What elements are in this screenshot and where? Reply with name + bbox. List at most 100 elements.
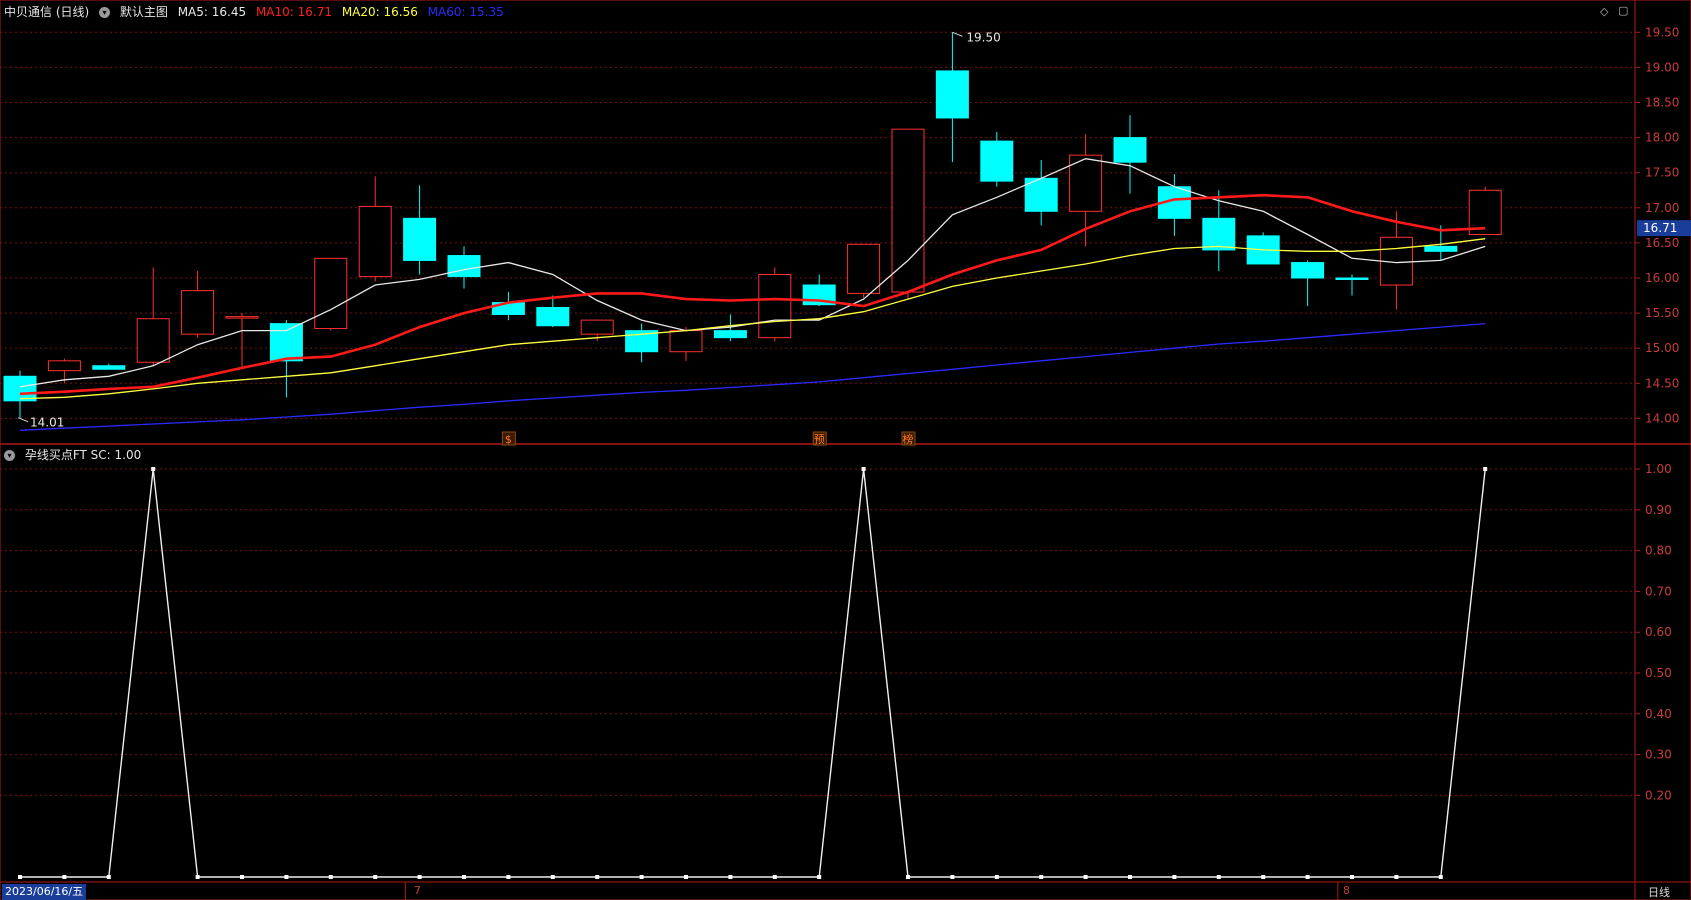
diamond-icon[interactable]: ◇ [1600, 5, 1608, 18]
ma20-legend: MA20: 16.56 [341, 5, 418, 19]
candle-body[interactable] [1202, 217, 1236, 251]
indicator-point[interactable] [462, 875, 466, 879]
indicator-point[interactable] [950, 875, 955, 879]
y-tick-label: 16.50 [1645, 236, 1679, 250]
candle-body[interactable] [580, 319, 614, 335]
stock-title: 中贝通信 (日线) [4, 5, 90, 19]
indicator-point[interactable] [1394, 875, 1399, 879]
indicator-point[interactable] [1083, 875, 1088, 879]
indicator-point[interactable] [728, 875, 733, 879]
y-tick-label: 15.50 [1645, 306, 1679, 320]
candle-body[interactable] [1335, 277, 1369, 280]
indicator-point[interactable] [1350, 875, 1354, 879]
y-tick-label: 16.00 [1645, 271, 1679, 285]
candle-body[interactable] [1113, 137, 1147, 163]
candle-body[interactable] [1424, 245, 1458, 252]
indicator-header: ▾ 孕线买点FT SC: 1.00 [4, 444, 147, 466]
indicator-point[interactable] [684, 875, 688, 879]
indicator-point[interactable] [284, 875, 289, 879]
indicator-point[interactable] [1039, 875, 1044, 879]
indicator-point[interactable] [639, 875, 644, 879]
candle-body[interactable] [269, 323, 303, 362]
y-tick-label: 14.00 [1645, 411, 1679, 425]
y-tick-label: 19.00 [1645, 60, 1679, 74]
candle-body[interactable] [447, 255, 481, 278]
ma5-legend: MA5: 16.45 [177, 5, 247, 19]
y-tick-label: 19.50 [1645, 25, 1679, 39]
candle-body[interactable] [403, 217, 437, 261]
indicator-point[interactable] [861, 467, 866, 471]
y-tick-label: 0.70 [1645, 584, 1672, 598]
month-label-8: 8 [1343, 884, 1350, 897]
indicator-point[interactable] [151, 467, 156, 471]
y-tick-label: 15.00 [1645, 341, 1679, 355]
ma60-legend: MA60: 15.35 [427, 5, 504, 19]
indicator-point[interactable] [373, 875, 378, 879]
y-tick-label: 0.80 [1645, 544, 1672, 558]
indicator-point[interactable] [18, 875, 22, 879]
candle-body[interactable] [847, 243, 881, 294]
candle-body[interactable] [980, 140, 1014, 182]
indicator-point[interactable] [417, 875, 422, 879]
main-chart-label[interactable]: 默认主图 [120, 5, 168, 19]
candle-body[interactable] [358, 205, 392, 278]
indicator-label: 孕线买点FT SC: 1.00 [24, 448, 142, 462]
candle-body[interactable] [935, 70, 969, 119]
y-tick-label: 0.60 [1645, 625, 1672, 639]
indicator-point[interactable] [1483, 467, 1488, 471]
candle-body[interactable] [536, 306, 570, 327]
candle-body[interactable] [891, 128, 925, 293]
low-annotation: 14.01 [30, 416, 64, 430]
expand-icon[interactable]: ▢ [1618, 4, 1628, 17]
candle-body[interactable] [47, 360, 81, 372]
candle-body[interactable] [314, 257, 348, 330]
event-marker-label: $ [505, 433, 512, 446]
indicator-point[interactable] [994, 875, 999, 879]
date-axis-label: 2023/06/16/五 [2, 884, 87, 900]
ma-line-ma5 [19, 158, 1486, 388]
indicator-point[interactable] [1128, 875, 1132, 879]
dropdown-icon[interactable]: ▾ [4, 450, 15, 461]
indicator-point[interactable] [1305, 875, 1310, 879]
period-button[interactable]: 日线 [1648, 884, 1670, 900]
indicator-point[interactable] [106, 875, 111, 879]
indicator-point[interactable] [595, 875, 600, 879]
indicator-point[interactable] [506, 875, 511, 879]
ma-line-ma10 [19, 193, 1486, 396]
high-pointer [952, 31, 963, 37]
indicator-point[interactable] [1261, 875, 1266, 879]
candle-body[interactable] [758, 273, 792, 339]
indicator-point[interactable] [550, 875, 555, 879]
dropdown-icon[interactable]: ▾ [99, 7, 111, 18]
indicator-point[interactable] [1216, 875, 1221, 879]
candle-body[interactable] [92, 365, 126, 370]
last-price-label: 16.71 [1643, 221, 1677, 235]
candle-body[interactable] [181, 290, 215, 335]
chart-frame [0, 0, 1691, 900]
indicator-point[interactable] [906, 875, 910, 879]
indicator-point[interactable] [1172, 875, 1177, 879]
indicator-point[interactable] [328, 875, 333, 879]
y-tick-label: 0.50 [1645, 666, 1672, 680]
y-tick-label: 18.00 [1645, 131, 1679, 145]
candle-body[interactable] [136, 318, 170, 363]
indicator-point[interactable] [240, 875, 244, 879]
event-marker-label: 预 [814, 433, 825, 446]
y-tick-label: 18.50 [1645, 96, 1679, 110]
candle-body[interactable] [225, 316, 259, 319]
month-label-7: 7 [414, 884, 421, 897]
indicator-point[interactable] [817, 875, 822, 879]
candle-body[interactable] [3, 375, 37, 402]
y-tick-label: 14.50 [1645, 376, 1679, 390]
kline-chart[interactable]: 19.50 19.00 18.50 18.00 17.50 17.00 16.50 16.00… [0, 0, 1691, 900]
indicator-point[interactable] [62, 875, 67, 879]
indicator-point[interactable] [195, 875, 200, 879]
y-tick-label: 0.40 [1645, 707, 1672, 721]
indicator-point[interactable] [1438, 875, 1443, 879]
candle-body[interactable] [713, 330, 747, 339]
y-tick-label: 0.90 [1645, 503, 1672, 517]
candle-body[interactable] [669, 330, 703, 353]
candle-body[interactable] [1291, 262, 1325, 279]
indicator-point[interactable] [772, 875, 777, 879]
high-annotation: 19.50 [966, 30, 1000, 44]
